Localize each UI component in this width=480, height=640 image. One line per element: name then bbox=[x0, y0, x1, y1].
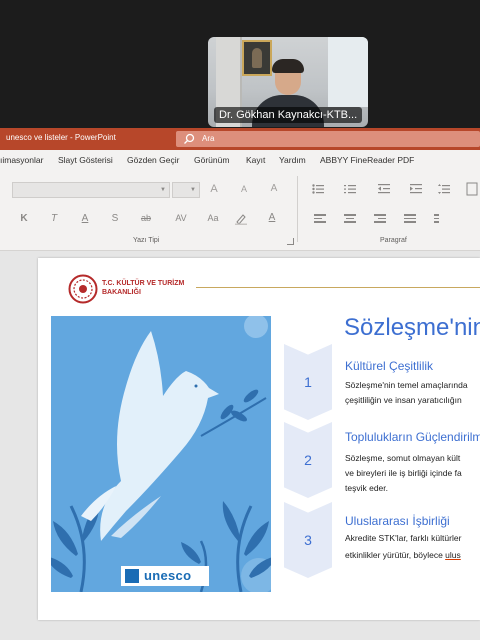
columns-icon[interactable] bbox=[434, 214, 446, 223]
unesco-logo-text: unesco bbox=[144, 568, 192, 583]
item-text-1b[interactable]: çeşitliliğin ve insan yaratıcılığın bbox=[345, 393, 462, 408]
item-title-3[interactable]: Uluslararası İşbirliği bbox=[345, 514, 450, 528]
tab-record[interactable]: Kayıt bbox=[246, 155, 265, 165]
item-text-2b[interactable]: ve bireyleri ile iş birliği içinde fa bbox=[345, 466, 462, 481]
line-spacing-icon[interactable] bbox=[438, 184, 450, 194]
text-shadow-button[interactable]: ab bbox=[138, 213, 154, 223]
underline-button[interactable]: A bbox=[77, 213, 93, 224]
header-divider bbox=[196, 287, 480, 288]
tab-abbyy-finereader[interactable]: ABBYY FineReader PDF bbox=[320, 155, 414, 165]
participant-video-tile[interactable]: Dr. Gökhan Kaynakcı-KTB... bbox=[208, 37, 368, 127]
background-window bbox=[328, 37, 368, 107]
character-spacing-button[interactable]: AV bbox=[170, 213, 192, 223]
tab-review[interactable]: Gözden Geçir bbox=[127, 155, 179, 165]
dove-illustration bbox=[51, 316, 271, 592]
window-title: unesco ve listeler - PowerPoint bbox=[6, 133, 116, 142]
change-case-button[interactable]: Aa bbox=[202, 213, 224, 223]
item-text-3b[interactable]: etkinlikler yürütür, böylece ulus bbox=[345, 548, 461, 563]
bold-button[interactable]: K bbox=[16, 213, 32, 224]
chevron-down-icon: ▼ bbox=[190, 187, 196, 193]
chevron-down-icon: ▼ bbox=[160, 187, 166, 193]
font-size-dropdown[interactable]: ▼ bbox=[172, 182, 200, 198]
ribbon-tab-bar: ıimasyonlar Slayt Gösterisi Gözden Geçir… bbox=[0, 150, 480, 171]
align-right-icon[interactable] bbox=[374, 214, 386, 223]
search-placeholder: Ara bbox=[202, 134, 215, 143]
item-text-3b-main: etkinlikler yürütür, böylece bbox=[345, 550, 446, 560]
ministry-logo-icon bbox=[68, 274, 98, 304]
participant-hair bbox=[272, 59, 304, 73]
paragraph-group-label: Paragraf bbox=[380, 237, 407, 244]
unesco-dove-poster[interactable]: unesco bbox=[51, 316, 271, 592]
powerpoint-title-bar: unesco ve listeler - PowerPoint Ara bbox=[0, 128, 480, 150]
spellcheck-underlined-word: ulus bbox=[445, 550, 461, 560]
grow-font-button[interactable]: A bbox=[206, 183, 222, 195]
tab-animations[interactable]: ıimasyonlar bbox=[0, 155, 43, 165]
video-call-area: Dr. Gökhan Kaynakcı-KTB... bbox=[0, 0, 480, 128]
unesco-logo: unesco bbox=[121, 566, 209, 586]
step-number: 3 bbox=[304, 532, 312, 548]
search-box[interactable]: Ara bbox=[176, 131, 480, 147]
participant-name-label: Dr. Gökhan Kaynakcı-KTB... bbox=[214, 107, 363, 123]
item-text-2c[interactable]: teşvik eder. bbox=[345, 481, 388, 496]
strikethrough-button[interactable]: S bbox=[107, 213, 123, 224]
font-color-button[interactable]: A bbox=[264, 212, 280, 223]
highlight-pen-icon[interactable] bbox=[234, 213, 248, 225]
step-number-shape-3: 3 bbox=[284, 502, 332, 578]
item-text-1a[interactable]: Sözleşme'nin temel amaçlarında bbox=[345, 378, 468, 393]
bullets-icon[interactable] bbox=[312, 184, 326, 194]
numbering-icon[interactable] bbox=[344, 184, 358, 194]
ministry-name-line2: BAKANLIĞI bbox=[102, 289, 141, 296]
align-center-icon[interactable] bbox=[344, 214, 356, 223]
justify-icon[interactable] bbox=[404, 214, 416, 223]
step-number-shape-2: 2 bbox=[284, 422, 332, 498]
tab-help[interactable]: Yardım bbox=[279, 155, 306, 165]
decrease-indent-icon[interactable] bbox=[378, 184, 390, 194]
text-direction-icon[interactable] bbox=[466, 182, 478, 196]
item-title-1[interactable]: Kültürel Çeşitlilik bbox=[345, 359, 433, 373]
slide-canvas[interactable]: T.C. KÜLTÜR VE TURİZM BAKANLIĞI unesco S… bbox=[38, 258, 480, 620]
font-dialog-launcher-icon[interactable] bbox=[287, 238, 294, 245]
group-divider bbox=[297, 176, 298, 242]
increase-indent-icon[interactable] bbox=[410, 184, 422, 194]
step-number: 2 bbox=[304, 452, 312, 468]
item-title-2[interactable]: Toplulukların Güçlendirilm bbox=[345, 430, 480, 444]
ministry-name-line1: T.C. KÜLTÜR VE TURİZM bbox=[102, 280, 185, 287]
slide-title[interactable]: Sözleşme'nin bbox=[344, 314, 480, 342]
ribbon-panel: ▼ ▼ A A A K T A S ab AV Aa A Yazı Tipi P… bbox=[0, 170, 480, 251]
status-strip bbox=[0, 630, 480, 640]
item-text-2a[interactable]: Sözleşme, somut olmayan kült bbox=[345, 451, 460, 466]
item-text-3a[interactable]: Akredite STK'lar, farklı kültürler bbox=[345, 531, 461, 546]
shrink-font-button[interactable]: A bbox=[236, 184, 252, 194]
align-left-icon[interactable] bbox=[314, 214, 326, 223]
unesco-temple-icon bbox=[125, 569, 139, 583]
step-number-shape-1: 1 bbox=[284, 344, 332, 420]
background-portrait bbox=[242, 40, 272, 76]
tab-view[interactable]: Görünüm bbox=[194, 155, 229, 165]
tab-slide-show[interactable]: Slayt Gösterisi bbox=[58, 155, 113, 165]
italic-button[interactable]: T bbox=[46, 213, 62, 224]
search-icon bbox=[184, 133, 195, 144]
font-name-dropdown[interactable]: ▼ bbox=[12, 182, 170, 198]
font-group-label: Yazı Tipi bbox=[133, 237, 160, 244]
step-number: 1 bbox=[304, 374, 312, 390]
clear-formatting-button[interactable]: A bbox=[266, 183, 282, 194]
